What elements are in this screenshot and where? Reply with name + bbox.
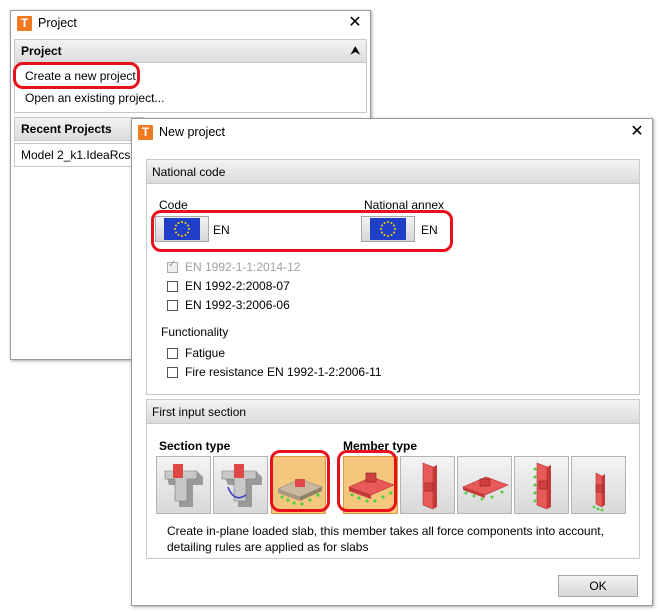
- section-type-beam-tile[interactable]: [213, 456, 268, 514]
- member-type-supported-wall-tile[interactable]: [514, 456, 569, 514]
- member-type-plate-tile[interactable]: [457, 456, 512, 514]
- standard-label: EN 1992-2:2008-07: [185, 279, 290, 293]
- supported-wall-member-icon: [533, 462, 551, 510]
- eu-flag-icon: [164, 218, 200, 240]
- project-titlebar: T Project ✕: [11, 11, 370, 35]
- member-type-slab-tile[interactable]: [343, 456, 398, 514]
- standard-checkbox-row[interactable]: EN 1992-2:2008-07: [167, 279, 290, 293]
- recent-projects-header: Recent Projects: [14, 117, 144, 141]
- description-line-1: Create in-plane loaded slab, this member…: [167, 524, 604, 538]
- project-actions: Create a new project Open an existing pr…: [14, 63, 367, 113]
- checkbox: [167, 259, 178, 273]
- national-annex-label: National annex: [364, 198, 445, 212]
- new-project-window: T New project ✕ National code Code EN Na…: [131, 118, 653, 606]
- section-type-tee-tile[interactable]: [156, 456, 211, 514]
- national-code-header: National code: [147, 160, 639, 184]
- first-input-section-group: First input section Section type Member …: [146, 399, 640, 559]
- national-code-group: National code Code EN National annex EN …: [146, 159, 640, 395]
- slab-section-icon: [277, 478, 323, 506]
- close-icon[interactable]: ✕: [628, 124, 646, 140]
- standard-checkbox-row[interactable]: EN 1992-3:2006-06: [167, 298, 290, 312]
- member-type-column-tile[interactable]: [571, 456, 626, 514]
- app-logo-icon: T: [17, 15, 32, 31]
- slab-member-icon: [348, 472, 395, 503]
- collapse-icon[interactable]: ⮝: [351, 45, 360, 58]
- new-project-titlebar: T New project ✕: [132, 119, 652, 145]
- functionality-label: Functionality: [161, 325, 229, 339]
- member-type-wall-tile[interactable]: [400, 456, 455, 514]
- eu-flag-icon: [370, 218, 406, 240]
- plate-member-icon: [462, 476, 509, 501]
- standard-label: EN 1992-1-1:2014-12: [185, 260, 301, 274]
- checkbox[interactable]: [167, 299, 178, 311]
- section-type-slab-tile[interactable]: [271, 456, 326, 514]
- fatigue-checkbox-row[interactable]: Fatigue: [167, 346, 225, 360]
- open-existing-project-link[interactable]: Open an existing project...: [25, 91, 164, 105]
- checkbox[interactable]: [167, 347, 178, 359]
- project-window-title: Project: [38, 16, 77, 30]
- new-project-window-title: New project: [159, 125, 225, 139]
- fire-resistance-checkbox-row[interactable]: Fire resistance EN 1992-1-2:2006-11: [167, 365, 382, 379]
- tee-section-icon: [164, 464, 203, 507]
- section-type-label: Section type: [159, 439, 231, 453]
- checkbox[interactable]: [167, 280, 178, 292]
- wall-member-icon: [422, 462, 437, 510]
- fire-resistance-label: Fire resistance EN 1992-1-2:2006-11: [185, 365, 382, 379]
- close-icon[interactable]: ✕: [346, 15, 364, 31]
- column-member-icon: [592, 472, 605, 512]
- project-section-title: Project: [21, 44, 62, 58]
- app-logo-icon: T: [138, 124, 153, 140]
- first-input-section-header: First input section: [147, 400, 639, 424]
- code-flag-button[interactable]: [155, 216, 209, 242]
- fatigue-label: Fatigue: [185, 346, 226, 360]
- create-new-project-link[interactable]: Create a new project: [25, 69, 136, 83]
- code-label: Code: [159, 198, 188, 212]
- standard-label: EN 1992-3:2006-06: [185, 298, 290, 312]
- description-line-2: detailing rules are applied as for slabs: [167, 540, 369, 554]
- annex-flag-button[interactable]: [361, 216, 415, 242]
- ok-button[interactable]: OK: [558, 575, 638, 597]
- beam-section-icon: [221, 464, 262, 507]
- annex-value: EN: [421, 223, 438, 237]
- member-type-label: Member type: [343, 439, 418, 453]
- code-value: EN: [213, 223, 230, 237]
- recent-project-item[interactable]: Model 2_k1.IdeaRcs: [14, 143, 144, 167]
- standard-checkbox-row: EN 1992-1-1:2014-12: [167, 259, 301, 274]
- checkbox[interactable]: [167, 366, 178, 378]
- project-section-header[interactable]: Project ⮝: [14, 39, 367, 63]
